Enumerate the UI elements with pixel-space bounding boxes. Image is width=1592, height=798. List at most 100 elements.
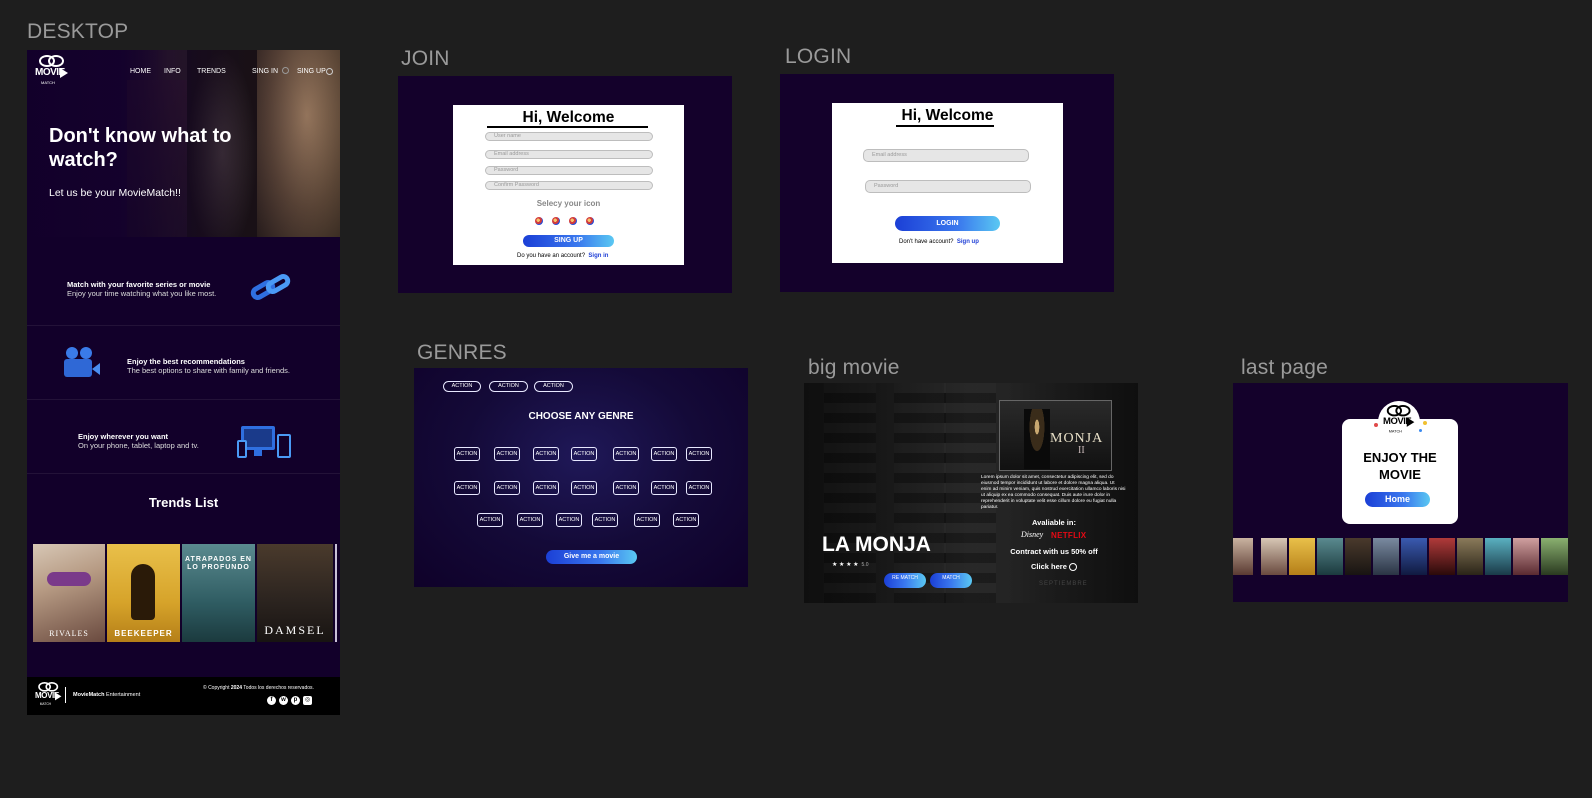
email-input[interactable]: Email address <box>485 150 653 159</box>
strip-poster[interactable] <box>1289 538 1315 575</box>
confirm-password-input[interactable]: Confirm Password <box>485 181 653 190</box>
avatar-option-icon[interactable] <box>552 217 560 225</box>
trend-poster[interactable]: ATRAPADOS EN LO PROFUNDO <box>182 544 255 642</box>
login-button[interactable]: LOGIN <box>895 216 1000 231</box>
avatar-option-icon[interactable] <box>586 217 594 225</box>
genre-pill[interactable]: ACTION <box>517 513 543 527</box>
password-input[interactable]: Password <box>485 166 653 175</box>
home-button[interactable]: Home <box>1365 492 1430 507</box>
strip-poster[interactable] <box>1457 538 1483 575</box>
sign-up-user-icon[interactable] <box>326 68 333 75</box>
sign-in-link[interactable]: Sign in <box>588 253 608 259</box>
logo-camera-icon <box>55 692 62 701</box>
whatsapp-icon[interactable]: w <box>279 696 288 705</box>
nav-info[interactable]: INFO <box>164 68 181 75</box>
genre-pill[interactable]: ACTION <box>494 481 520 495</box>
trend-poster[interactable]: BEEKEEPER <box>107 544 180 642</box>
sign-up-link[interactable]: Sign up <box>957 239 979 245</box>
logo-sub: MATCH <box>39 702 51 706</box>
genre-pill[interactable]: ACTION <box>477 513 503 527</box>
genre-pill[interactable]: ACTION <box>454 481 480 495</box>
last-page-logo[interactable]: MOVIE MATCH <box>1383 405 1415 437</box>
genre-pill[interactable]: ACTION <box>571 481 597 495</box>
genre-pill[interactable]: ACTION <box>686 481 712 495</box>
movie-title: LA MONJA <box>822 533 931 556</box>
nav-sign-up[interactable]: SING UP <box>297 68 326 75</box>
poster-title: MONJA <box>1050 431 1104 446</box>
strip-poster[interactable] <box>1485 538 1511 575</box>
frame-label-login: LOGIN <box>785 45 852 68</box>
confetti-icon <box>1374 423 1378 427</box>
strip-poster[interactable] <box>1373 538 1399 575</box>
username-input[interactable]: User name <box>485 132 653 141</box>
nav-trends[interactable]: TRENDS <box>197 68 226 75</box>
moviematch-logo[interactable]: MOVIE MATCH <box>35 55 69 89</box>
instagram-icon[interactable]: ◎ <box>303 696 312 705</box>
enjoy-title-line1: ENJOY THE <box>1363 450 1437 465</box>
genre-pill[interactable]: ACTION <box>634 513 660 527</box>
strip-poster[interactable] <box>1261 538 1287 575</box>
click-here-link[interactable]: Click here <box>984 562 1124 572</box>
genre-pill[interactable]: ACTION <box>494 447 520 461</box>
desktop-frame[interactable]: MOVIE MATCH HOME INFO TRENDS SING IN SIN… <box>27 50 340 715</box>
netflix-logo[interactable]: NETFLIX <box>1051 531 1086 540</box>
login-email-input[interactable]: Email address <box>863 149 1029 162</box>
trend-poster[interactable]: RIVALES <box>33 544 105 642</box>
strip-poster[interactable] <box>1513 538 1539 575</box>
genre-pill[interactable]: ACTION <box>533 447 559 461</box>
join-welcome-title: Hi, Welcome <box>522 109 615 126</box>
logo-sub: MATCH <box>1388 428 1402 434</box>
pinterest-icon[interactable]: p <box>291 696 300 705</box>
logo-badge: MOVIE MATCH <box>1378 401 1420 443</box>
genre-filter-pill[interactable]: ACTION <box>489 381 528 392</box>
genre-filter-pill[interactable]: ACTION <box>443 381 481 392</box>
frame-label-genres: GENRES <box>417 341 507 364</box>
trend-poster[interactable]: DAMSEL <box>257 544 333 642</box>
footer-logo[interactable]: MOVIE MATCH <box>35 682 62 709</box>
logo-camera-icon <box>60 68 68 78</box>
genre-pill[interactable]: ACTION <box>651 481 677 495</box>
feature-text: On your phone, tablet, laptop and tv. <box>78 441 199 450</box>
login-password-input[interactable]: Password <box>865 180 1031 193</box>
contract-offer-text: Contract with us 50% off <box>1010 547 1098 556</box>
strip-poster[interactable] <box>1233 538 1253 575</box>
strip-poster[interactable] <box>1429 538 1455 575</box>
genre-pill[interactable]: ACTION <box>592 513 618 527</box>
genre-pill[interactable]: ACTION <box>533 481 559 495</box>
avatar-option-icon[interactable] <box>569 217 577 225</box>
facebook-icon[interactable]: f <box>267 696 276 705</box>
strip-poster[interactable] <box>1317 538 1343 575</box>
feature-match: Match with your favorite series or movie… <box>27 253 340 326</box>
signup-button[interactable]: SING UP <box>523 235 614 247</box>
join-title-underline <box>487 126 648 128</box>
genre-pill[interactable]: ACTION <box>613 447 639 461</box>
genre-pill[interactable]: ACTION <box>613 481 639 495</box>
feature-text: Enjoy your time watching what you like m… <box>67 289 217 298</box>
rematch-button[interactable]: RE MATCH <box>884 573 926 588</box>
genre-pill[interactable]: ACTION <box>686 447 712 461</box>
poster-title: ATRAPADOS EN LO PROFUNDO <box>185 556 252 571</box>
disney-logo[interactable]: Disney <box>1021 530 1043 539</box>
match-button[interactable]: MATCH <box>930 573 972 588</box>
poster-glasses <box>47 572 91 586</box>
avatar-option-icon[interactable] <box>535 217 543 225</box>
genre-filter-pill[interactable]: ACTION <box>534 381 573 392</box>
genre-pill[interactable]: ACTION <box>651 447 677 461</box>
strip-poster[interactable] <box>1401 538 1427 575</box>
login-title-underline <box>896 125 994 127</box>
genre-pill[interactable]: ACTION <box>673 513 699 527</box>
nav-sign-in[interactable]: SING IN <box>252 68 278 75</box>
genre-pill[interactable]: ACTION <box>454 447 480 461</box>
footer-brand: MovieMatch Entertainment <box>73 692 140 698</box>
strip-poster[interactable] <box>1541 538 1568 575</box>
strip-poster[interactable] <box>1345 538 1371 575</box>
genre-pill[interactable]: ACTION <box>556 513 582 527</box>
logo-loop-right <box>1395 405 1411 417</box>
nav-home[interactable]: HOME <box>130 68 151 75</box>
genre-pill[interactable]: ACTION <box>571 447 597 461</box>
trends-scroll-edge <box>335 544 337 642</box>
sign-in-user-icon[interactable] <box>282 67 289 74</box>
movie-poster[interactable]: MONJA II <box>999 400 1112 471</box>
last-page-frame: ENJOY THE MOVIE Home MOVIE MATCH <box>1233 383 1568 602</box>
give-me-a-movie-button[interactable]: Give me a movie <box>546 550 637 564</box>
